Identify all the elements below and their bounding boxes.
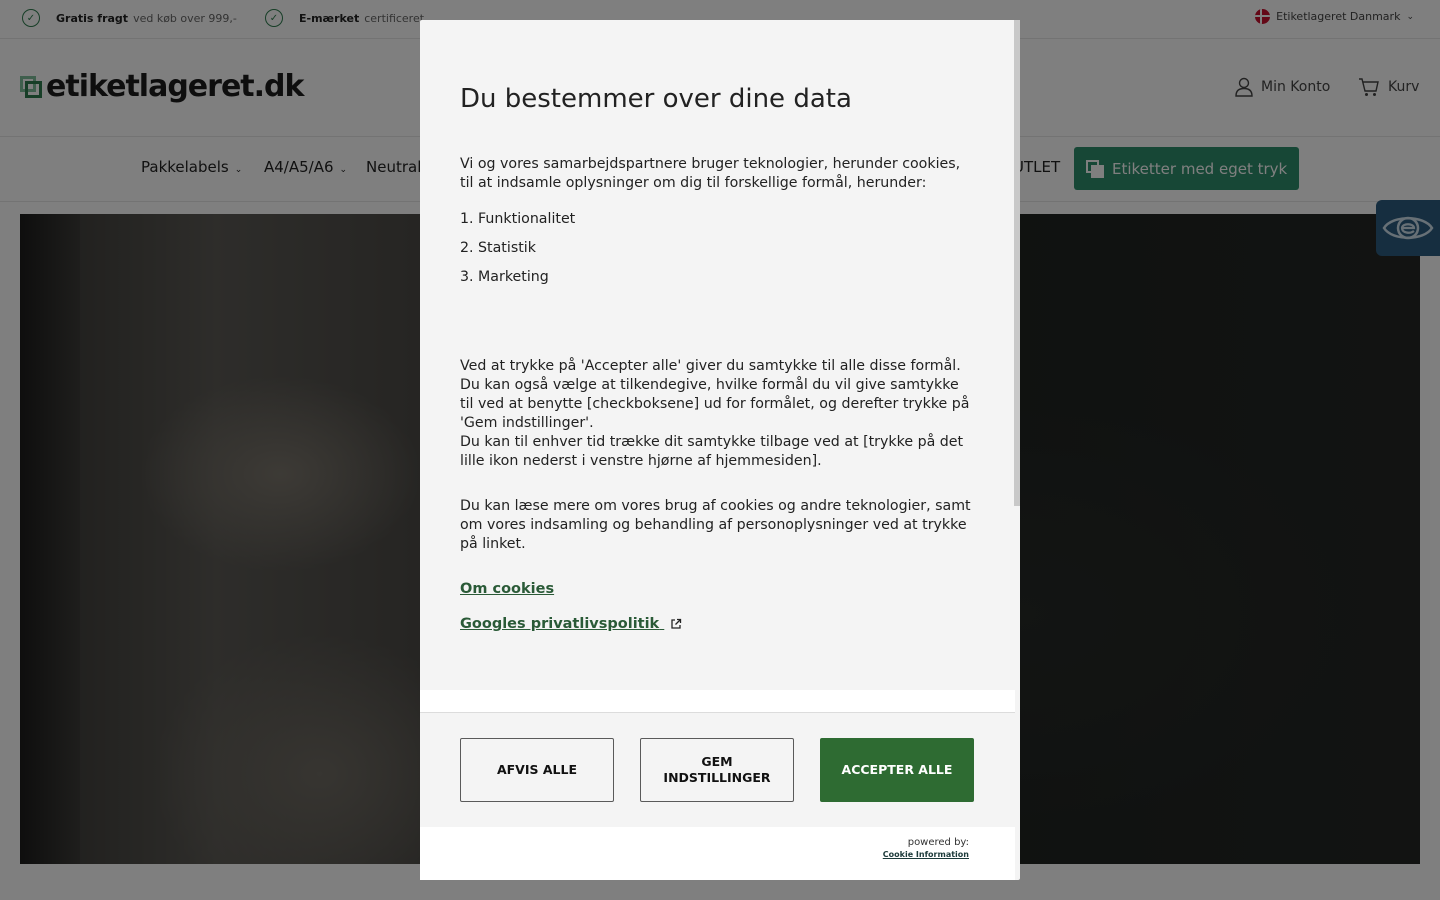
purpose-item: 3. Marketing (460, 269, 549, 285)
about-cookies-link[interactable]: Om cookies (460, 581, 554, 597)
purpose-item: 1. Funktionalitet (460, 211, 576, 227)
dialog-divider (420, 690, 1015, 713)
consent-text: Ved at trykke på 'Accepter alle' giver d… (460, 357, 975, 471)
powered-by: powered by: Cookie Information (883, 837, 969, 861)
google-privacy-link-wrap[interactable]: Googles privatlivspolitik (460, 616, 682, 632)
dialog-scrollbar[interactable] (1014, 20, 1020, 506)
powered-by-label: powered by: (907, 837, 969, 848)
save-settings-button[interactable]: GEM INDSTILLINGER (640, 738, 794, 802)
accept-all-button[interactable]: ACCEPTER ALLE (820, 738, 974, 802)
dialog-body: Vi og vores samarbejdspartnere bruger te… (460, 155, 975, 552)
reject-all-button[interactable]: AFVIS ALLE (460, 738, 614, 802)
read-more-text: Du kan læse mere om vores brug af cookie… (460, 498, 971, 552)
dialog-title: Du bestemmer over dine data (460, 84, 852, 114)
consent-text-1: Ved at trykke på 'Accepter alle' giver d… (460, 358, 970, 431)
purpose-list: 1. Funktionalitet 2. Statistik 3. Market… (460, 210, 975, 287)
google-privacy-link[interactable]: Googles privatlivspolitik (460, 616, 659, 632)
dialog-footer: powered by: Cookie Information (420, 827, 1015, 880)
cookie-consent-dialog: Du bestemmer over dine data Vi og vores … (420, 20, 1020, 880)
consent-text-2: Du kan til enhver tid trække dit samtykk… (460, 434, 964, 469)
dialog-intro: Vi og vores samarbejdspartnere bruger te… (460, 156, 961, 191)
external-link-icon (671, 618, 682, 629)
purpose-item: 2. Statistik (460, 240, 536, 256)
cookie-information-link[interactable]: Cookie Information (883, 849, 969, 861)
